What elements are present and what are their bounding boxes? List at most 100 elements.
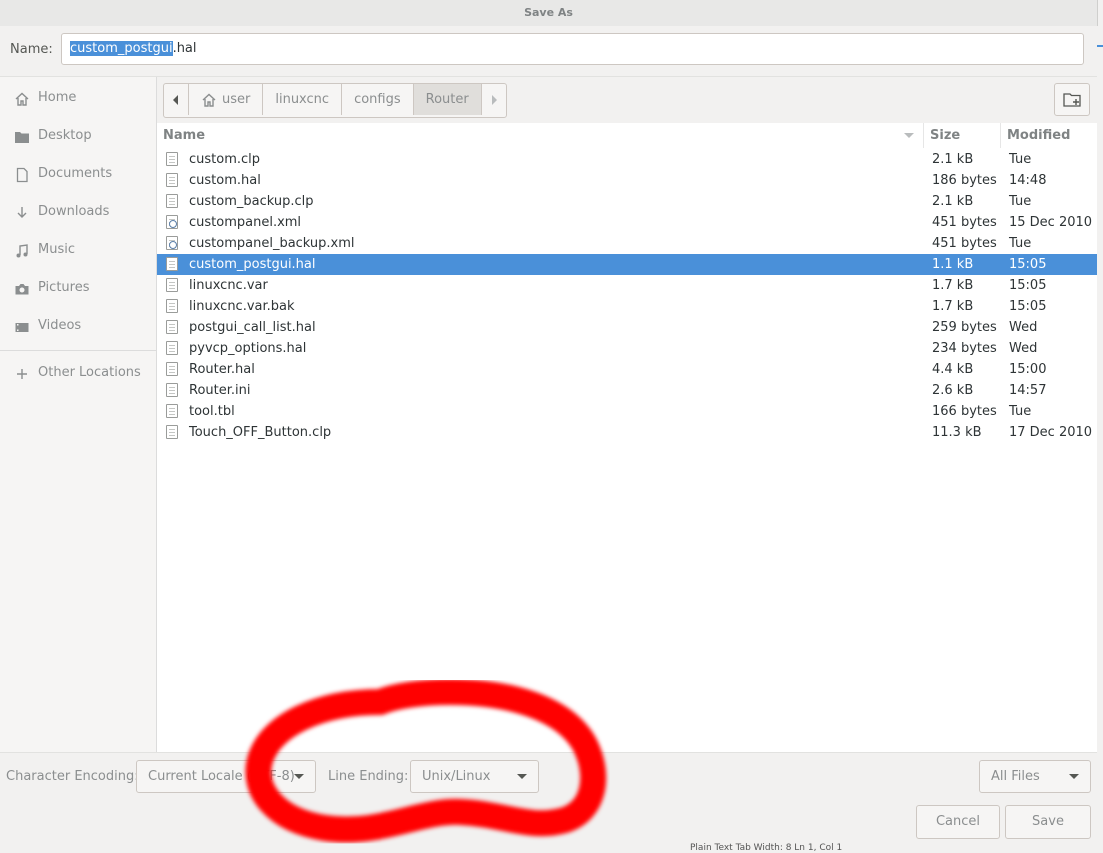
sidebar-item-desktop[interactable]: Desktop	[0, 120, 156, 152]
text-file-icon	[166, 425, 178, 439]
sidebar-item-label: Documents	[38, 166, 113, 181]
file-name-cell: linuxcnc.var	[189, 278, 268, 293]
file-row[interactable]: linuxcnc.var 1.7 kB 15:05	[157, 275, 1097, 296]
text-file-icon	[166, 278, 178, 292]
path-crumb-user[interactable]: user	[189, 84, 264, 115]
file-modified-cell: 15:05	[1009, 299, 1047, 314]
sidebar-item-music[interactable]: Music	[0, 234, 156, 266]
file-name-cell: pyvcp_options.hal	[189, 341, 307, 356]
file-name-cell: custom_backup.clp	[189, 194, 314, 209]
sidebar-item-videos[interactable]: Videos	[0, 310, 156, 342]
filename-selected-text: custom_postgui	[70, 41, 173, 56]
file-row[interactable]: Touch_OFF_Button.clp 11.3 kB 17 Dec 2010	[157, 422, 1097, 443]
file-row[interactable]: custompanel_backup.xml 451 bytes Tue	[157, 233, 1097, 254]
sidebar-item-downloads[interactable]: Downloads	[0, 196, 156, 228]
file-size-cell: 11.3 kB	[932, 425, 982, 440]
file-name-cell: custompanel.xml	[189, 215, 302, 230]
file-size-cell: 4.4 kB	[932, 362, 974, 377]
encoding-dropdown[interactable]: Current Locale (UTF-8)	[136, 760, 316, 793]
file-row[interactable]: custom.clp 2.1 kB Tue	[157, 149, 1097, 170]
line-ending-label: Line Ending:	[328, 769, 409, 784]
path-crumb-label: linuxcnc	[275, 92, 330, 107]
file-modified-cell: Wed	[1009, 341, 1038, 356]
filename-extension-text: .hal	[172, 41, 197, 56]
file-row[interactable]: postgui_call_list.hal 259 bytes Wed	[157, 317, 1097, 338]
file-size-cell: 1.7 kB	[932, 278, 974, 293]
save-button[interactable]: Save	[1005, 805, 1091, 839]
column-header-size[interactable]: Size	[930, 123, 1000, 148]
file-size-cell: 2.1 kB	[932, 152, 974, 167]
file-filter-dropdown[interactable]: All Files	[979, 760, 1091, 793]
file-row[interactable]: Router.hal 4.4 kB 15:00	[157, 359, 1097, 380]
file-modified-cell: 14:57	[1009, 383, 1047, 398]
path-back-button[interactable]	[164, 84, 189, 115]
file-modified-cell: 15 Dec 2010	[1009, 215, 1093, 230]
home-icon	[15, 92, 29, 106]
file-rows: custom.clp 2.1 kB Tue custom.hal 186 bytes 14…	[157, 149, 1097, 443]
file-name-cell: custom.hal	[189, 173, 261, 188]
path-crumb-label: user	[222, 92, 251, 107]
sidebar-item-other-locations[interactable]: Other Locations	[0, 357, 156, 389]
line-ending-dropdown[interactable]: Unix/Linux	[410, 760, 539, 793]
column-header-modified[interactable]: Modified	[1007, 123, 1097, 148]
chevron-down-icon	[294, 774, 304, 779]
file-row[interactable]: custompanel.xml 451 bytes 15 Dec 2010	[157, 212, 1097, 233]
file-name-cell: Router.ini	[189, 383, 251, 398]
path-crumb-configs[interactable]: configs	[342, 84, 414, 115]
create-folder-button[interactable]	[1054, 83, 1090, 116]
file-name-cell: custompanel_backup.xml	[189, 236, 355, 251]
chevron-right-icon	[491, 94, 497, 105]
filename-input[interactable]: custom_postgui.hal	[61, 33, 1084, 65]
file-modified-cell: 15:05	[1009, 257, 1047, 272]
dialog-footer: Character Encoding: Current Locale (UTF-…	[0, 752, 1097, 850]
file-row[interactable]: Router.ini 2.6 kB 14:57	[157, 380, 1097, 401]
text-file-icon	[166, 341, 178, 355]
column-divider	[923, 123, 924, 148]
file-row[interactable]: custom_backup.clp 2.1 kB Tue	[157, 191, 1097, 212]
home-icon	[202, 93, 216, 107]
file-size-cell: 2.6 kB	[932, 383, 974, 398]
encoding-label: Character Encoding:	[6, 769, 139, 784]
text-file-icon	[166, 362, 178, 376]
file-name-cell: custom_postgui.hal	[189, 257, 316, 272]
file-modified-cell: 15:00	[1009, 362, 1047, 377]
desktop-folder-icon	[15, 132, 29, 143]
file-row[interactable]: custom_postgui.hal 1.1 kB 15:05	[157, 254, 1097, 275]
xml-file-icon	[166, 236, 178, 250]
sidebar-item-pictures[interactable]: Pictures	[0, 272, 156, 304]
column-divider	[1000, 123, 1001, 148]
cancel-button[interactable]: Cancel	[916, 805, 1000, 839]
sidebar-item-label: Music	[38, 242, 75, 257]
background-status-text: Plain Text Tab Width: 8 Ln 1, Col 1	[690, 843, 843, 853]
file-size-cell: 451 bytes	[932, 236, 997, 251]
file-name-cell: linuxcnc.var.bak	[189, 299, 295, 314]
file-row[interactable]: linuxcnc.var.bak 1.7 kB 15:05	[157, 296, 1097, 317]
file-size-cell: 1.7 kB	[932, 299, 974, 314]
file-name-cell: postgui_call_list.hal	[189, 320, 316, 335]
file-modified-cell: 15:05	[1009, 278, 1047, 293]
sort-descending-icon	[904, 133, 914, 138]
sidebar-item-documents[interactable]: Documents	[0, 158, 156, 190]
dialog-titlebar: Save As	[0, 0, 1098, 26]
dialog-title: Save As	[524, 6, 573, 19]
chevron-down-icon	[1069, 774, 1079, 779]
file-row[interactable]: tool.tbl 166 bytes Tue	[157, 401, 1097, 422]
name-row: Name: custom_postgui.hal	[0, 26, 1097, 77]
column-header-name[interactable]: Name	[163, 123, 913, 148]
path-crumb-linuxcnc[interactable]: linuxcnc	[263, 84, 343, 115]
sidebar-item-label: Desktop	[38, 128, 92, 143]
encoding-value: Current Locale (UTF-8)	[148, 769, 295, 784]
sidebar-item-label: Pictures	[38, 280, 90, 295]
path-crumb-router[interactable]: Router	[413, 84, 482, 115]
file-row[interactable]: pyvcp_options.hal 234 bytes Wed	[157, 338, 1097, 359]
text-file-icon	[166, 152, 178, 166]
new-folder-icon	[1063, 93, 1081, 107]
camera-icon	[15, 284, 29, 295]
file-list: Name Size Modified custom.clp 2.1 kB Tue cu…	[157, 123, 1097, 752]
music-icon	[16, 244, 28, 258]
background-accent-line	[1097, 45, 1103, 47]
sidebar-item-home[interactable]: Home	[0, 82, 156, 114]
path-forward-button[interactable]	[482, 84, 506, 115]
file-row[interactable]: custom.hal 186 bytes 14:48	[157, 170, 1097, 191]
plus-icon	[17, 369, 27, 379]
